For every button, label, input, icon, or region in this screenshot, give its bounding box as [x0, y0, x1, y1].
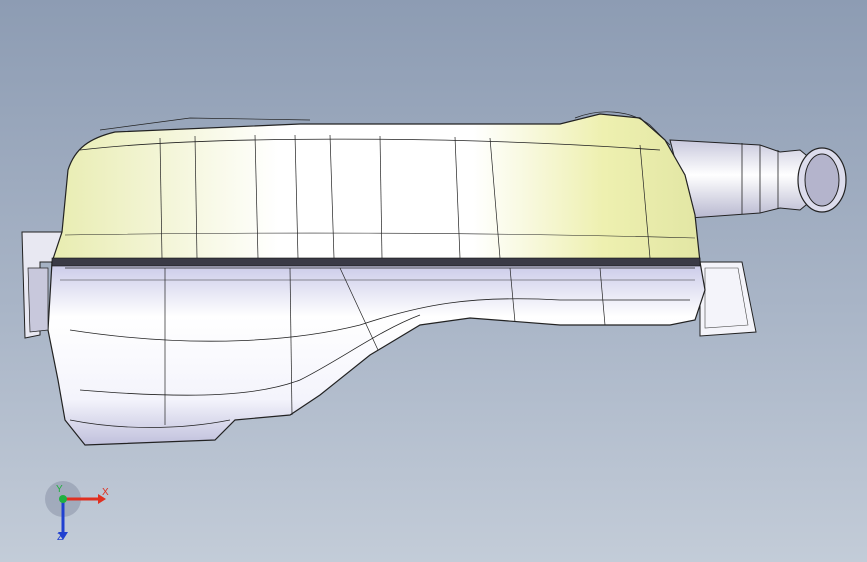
pipe-nozzle[interactable] — [669, 139, 847, 219]
graphics-viewport[interactable]: X Y Z — [0, 0, 867, 562]
mounting-bracket[interactable] — [699, 261, 757, 337]
y-axis-label: Y — [56, 484, 63, 495]
expansion-tank-model[interactable] — [0, 0, 867, 562]
y-axis-dot — [59, 495, 67, 503]
z-axis-label: Z — [57, 532, 64, 543]
coordinate-triad: X Y Z — [40, 478, 120, 548]
upper-shell[interactable] — [51, 111, 701, 263]
parting-line — [51, 257, 701, 267]
lower-shell[interactable] — [47, 261, 706, 446]
x-axis-label: X — [102, 487, 109, 498]
